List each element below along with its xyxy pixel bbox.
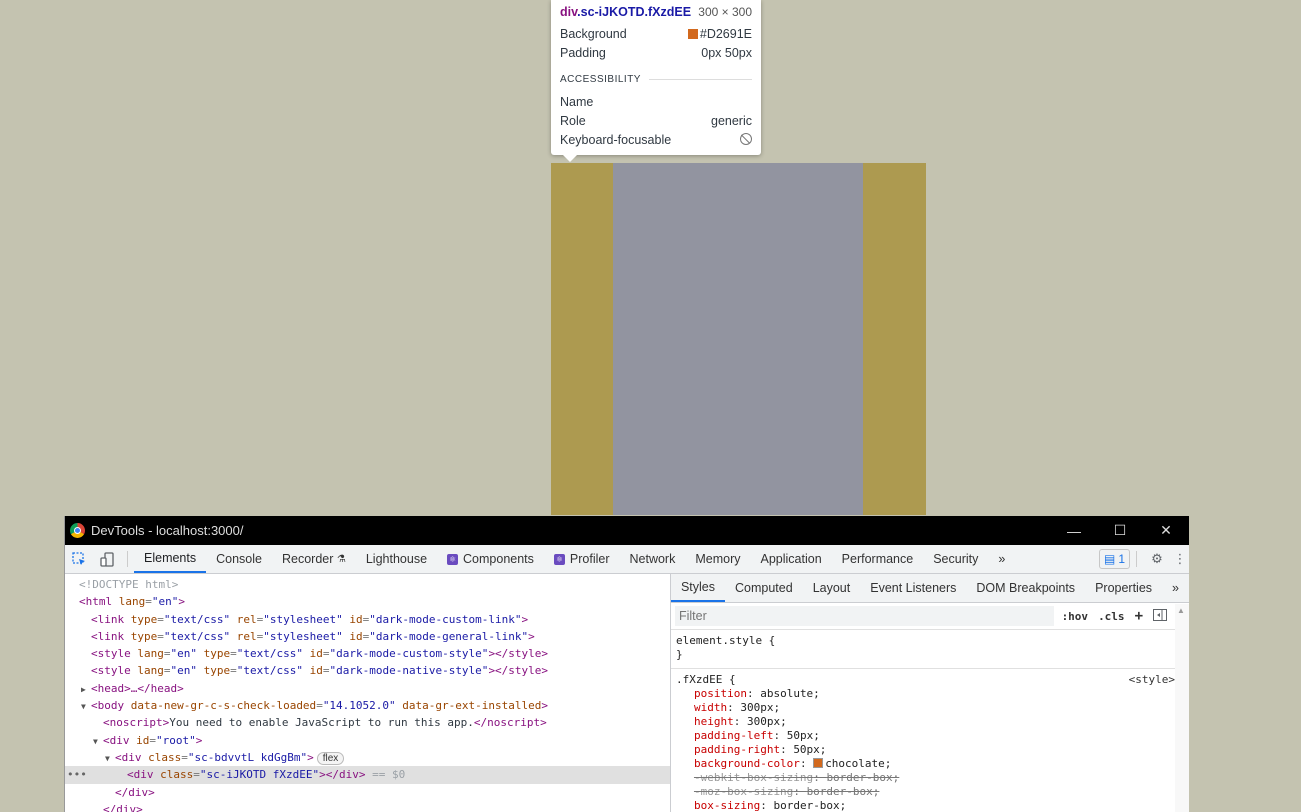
tooltip-row-focusable: Keyboard-focusable	[560, 133, 752, 147]
style-rules: element.style { } .fXzdEE {<style> posit…	[670, 630, 1189, 812]
declaration-webkit-box-sizing[interactable]: -webkit-box-sizing: border-box;	[676, 771, 1189, 785]
window-titlebar: DevTools - localhost:3000/ — ☐ ✕	[65, 516, 1189, 545]
dom-selected-div[interactable]: ••• <div class="sc-iJKOTD fXzdEE"></div> …	[65, 766, 670, 784]
inspect-element-icon[interactable]	[65, 545, 93, 573]
tab-computed[interactable]: Computed	[725, 574, 803, 602]
styles-scrollbar[interactable]	[1175, 604, 1189, 812]
styles-tab-bar: Styles Computed Layout Event Listeners D…	[670, 574, 1189, 603]
tab-performance[interactable]: Performance	[832, 545, 924, 573]
highlighted-element-content	[613, 163, 863, 515]
tab-elements[interactable]: Elements	[134, 545, 207, 573]
window-title: DevTools - localhost:3000/	[91, 523, 244, 538]
dom-link-2[interactable]: <link type="text/css" rel="stylesheet" i…	[65, 628, 670, 645]
tooltip-header: div.sc-iJKOTD.fXzdEE 300 × 300	[560, 5, 752, 19]
device-toolbar-icon[interactable]	[93, 545, 121, 573]
close-button[interactable]: ✕	[1143, 516, 1189, 545]
hover-state-button[interactable]: :hov	[1062, 610, 1089, 623]
tooltip-row-background: Background #D2691E	[560, 27, 752, 41]
dom-body[interactable]: ▼ <body data-new-gr-c-s-check-loaded="14.…	[65, 697, 670, 714]
dom-style-1[interactable]: <style lang="en" type="text/css" id="dar…	[65, 645, 670, 662]
declaration-padding-left[interactable]: padding-left: 50px;	[676, 729, 1189, 743]
styles-filter-bar: :hov .cls +	[670, 603, 1189, 630]
devtools-window: DevTools - localhost:3000/ — ☐ ✕ Element…	[64, 516, 1189, 812]
color-swatch	[687, 29, 698, 39]
dom-head[interactable]: ▶ <head>…</head>	[65, 680, 670, 697]
tooltip-accessibility-header: ACCESSIBILITY	[560, 74, 752, 85]
tab-memory[interactable]: Memory	[685, 545, 750, 573]
tab-styles[interactable]: Styles	[670, 574, 726, 602]
element-style-selector[interactable]: element.style {	[676, 634, 1189, 648]
declaration-height[interactable]: height: 300px;	[676, 715, 1189, 729]
collapse-triangle-icon[interactable]: ▼	[81, 698, 91, 715]
declaration-position[interactable]: position: absolute;	[676, 687, 1189, 701]
dom-root-div[interactable]: ▼ <div id="root">	[65, 732, 670, 749]
declaration-background-color[interactable]: background-color: chocolate;	[676, 757, 1189, 771]
chrome-logo-icon	[70, 523, 85, 538]
not-allowed-icon	[740, 133, 752, 145]
flask-icon: ⚗	[336, 553, 346, 565]
gear-icon[interactable]: ⚙	[1143, 545, 1171, 573]
tab-security[interactable]: Security	[923, 545, 988, 573]
expand-triangle-icon[interactable]: ▶	[81, 681, 91, 698]
declaration-width[interactable]: width: 300px;	[676, 701, 1189, 715]
dom-close-div[interactable]: </div>	[65, 801, 670, 812]
styles-filter-input[interactable]	[674, 606, 1054, 626]
tooltip-row-name: Name	[560, 95, 594, 109]
tab-event-listeners[interactable]: Event Listeners	[860, 574, 966, 602]
minimize-button[interactable]: —	[1051, 516, 1097, 545]
react-icon: ⚛	[553, 553, 565, 565]
tab-network[interactable]: Network	[620, 545, 686, 573]
new-rule-button[interactable]: +	[1135, 608, 1143, 624]
tab-profiler[interactable]: ⚛ Profiler	[544, 545, 620, 573]
dom-link-1[interactable]: <link type="text/css" rel="stylesheet" i…	[65, 611, 670, 628]
tab-console[interactable]: Console	[206, 545, 272, 573]
rule-selector[interactable]: .fXzdEE {<style>	[676, 673, 1189, 687]
declaration-padding-right[interactable]: padding-right: 50px;	[676, 743, 1189, 757]
react-icon: ⚛	[447, 553, 459, 565]
more-tabs-button[interactable]: »	[988, 545, 1015, 573]
flex-badge[interactable]: flex	[316, 751, 345, 765]
class-toggle-button[interactable]: .cls	[1098, 610, 1125, 623]
rule-source-link[interactable]: <style>	[1129, 673, 1175, 687]
tooltip-row-role: Role generic	[560, 114, 752, 128]
declaration-moz-box-sizing[interactable]: -moz-box-sizing: border-box;	[676, 785, 1189, 799]
tab-lighthouse[interactable]: Lighthouse	[356, 545, 437, 573]
tab-recorder[interactable]: Recorder ⚗	[272, 545, 356, 573]
elements-tree: <!DOCTYPE html> <html lang="en"> <link t…	[65, 574, 671, 812]
collapse-triangle-icon[interactable]: ▼	[93, 733, 103, 750]
dom-html[interactable]: <html lang="en">	[65, 593, 670, 610]
window-controls: — ☐ ✕	[1051, 516, 1189, 545]
tooltip-selector: div.sc-iJKOTD.fXzdEE	[560, 5, 692, 19]
dom-style-2[interactable]: <style lang="en" type="text/css" id="dar…	[65, 662, 670, 679]
inspect-tooltip: div.sc-iJKOTD.fXzdEE 300 × 300 Backgroun…	[551, 0, 761, 162]
message-icon: ▤	[1103, 552, 1116, 566]
declaration-box-sizing[interactable]: box-sizing: border-box;	[676, 799, 1189, 812]
tooltip-row-padding: Padding 0px 50px	[560, 46, 752, 60]
rule-close-brace: }	[675, 648, 683, 661]
issues-badge[interactable]: ▤ 1	[1098, 549, 1130, 569]
tab-components[interactable]: ⚛ Components	[437, 545, 544, 573]
toggle-sidebar-icon[interactable]	[1153, 608, 1167, 624]
dom-close-div[interactable]: </div>	[65, 784, 670, 801]
more-style-tabs-button[interactable]: »	[1162, 574, 1189, 602]
tab-dom-breakpoints[interactable]: DOM Breakpoints	[966, 574, 1085, 602]
kebab-menu-icon[interactable]: ⋮	[1171, 545, 1189, 573]
maximize-button[interactable]: ☐	[1097, 516, 1143, 545]
styles-sidebar: Styles Computed Layout Event Listeners D…	[670, 574, 1189, 812]
tab-application[interactable]: Application	[751, 545, 832, 573]
dom-flex-div[interactable]: ▼ <div class="sc-bdvvtL kdGgBm"> flex	[65, 749, 670, 766]
more-actions-icon[interactable]: •••	[67, 766, 87, 783]
dom-doctype[interactable]: <!DOCTYPE html>	[65, 576, 670, 593]
tab-layout[interactable]: Layout	[803, 574, 861, 602]
dom-noscript[interactable]: <noscript>You need to enable JavaScript …	[65, 714, 670, 731]
tab-properties[interactable]: Properties	[1085, 574, 1162, 602]
tooltip-size: 300 × 300	[698, 5, 752, 19]
main-tab-bar: Elements Console Recorder ⚗ Lighthouse ⚛…	[65, 545, 1189, 574]
color-swatch[interactable]	[813, 758, 824, 768]
collapse-triangle-icon[interactable]: ▼	[105, 750, 115, 767]
